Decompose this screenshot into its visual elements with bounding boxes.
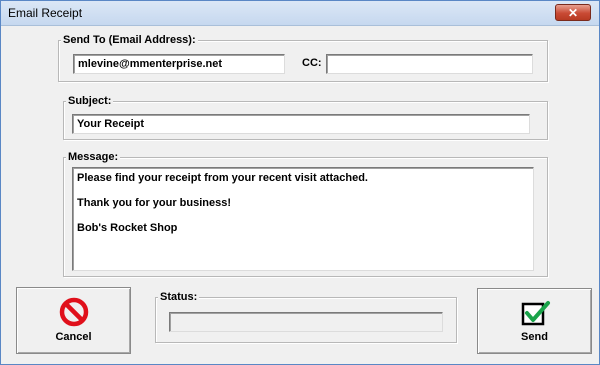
send-to-group: Send To (Email Address): mlevine@mmenter…: [58, 33, 548, 82]
message-textarea[interactable]: Please find your receipt from your recen…: [72, 167, 534, 271]
checkbox-checked-icon: [521, 301, 550, 326]
message-group: Message: Please find your receipt from y…: [63, 150, 548, 277]
message-legend: Message:: [66, 150, 121, 164]
close-icon: ✕: [567, 6, 579, 20]
email-receipt-window: Email Receipt ✕ Send To (Email Address):…: [0, 0, 600, 365]
subject-field[interactable]: Your Receipt: [72, 114, 530, 134]
cc-field[interactable]: [326, 54, 533, 74]
status-legend: Status:: [158, 290, 200, 304]
email-field[interactable]: mlevine@mmenterprise.net: [73, 54, 285, 74]
message-line: Thank you for your business!: [77, 197, 232, 209]
status-field: [169, 312, 443, 332]
send-to-legend: Send To (Email Address):: [61, 33, 198, 47]
dialog-body: Send To (Email Address): mlevine@mmenter…: [5, 29, 595, 360]
close-button[interactable]: ✕: [555, 4, 591, 21]
send-button[interactable]: Send: [477, 288, 592, 354]
status-group: Status:: [155, 290, 457, 343]
cancel-button[interactable]: Cancel: [16, 287, 131, 354]
message-line: Bob's Rocket Shop: [77, 222, 178, 234]
cc-label: CC:: [302, 57, 322, 69]
message-line: Please find your receipt from your recen…: [77, 172, 368, 184]
subject-group: Subject: Your Receipt: [63, 94, 548, 140]
no-entry-icon: [59, 297, 89, 327]
window-title: Email Receipt: [8, 6, 83, 20]
send-label: Send: [521, 331, 548, 343]
cancel-label: Cancel: [55, 331, 92, 343]
subject-legend: Subject:: [66, 94, 114, 108]
title-bar[interactable]: Email Receipt ✕: [1, 1, 599, 26]
